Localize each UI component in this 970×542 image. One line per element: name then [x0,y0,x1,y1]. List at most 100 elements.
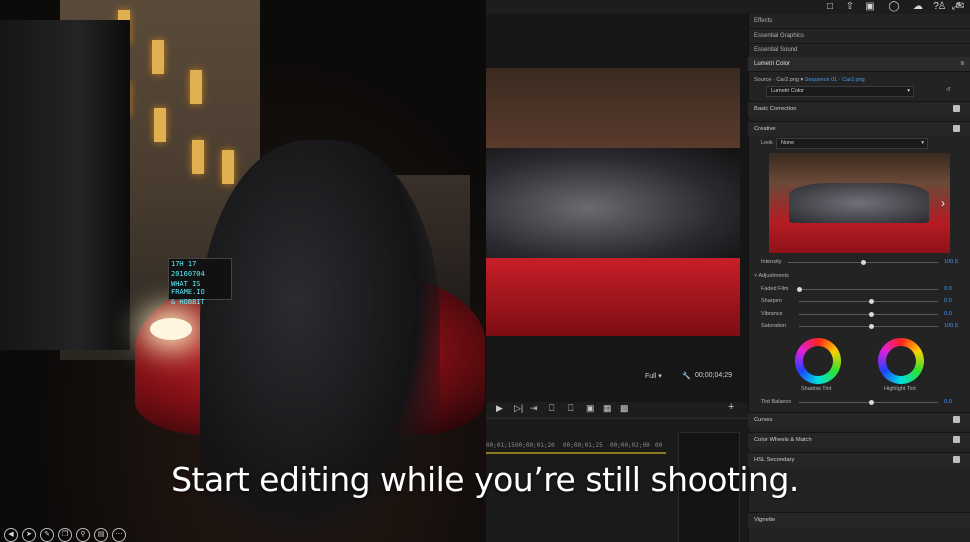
intensity-knob[interactable] [861,260,866,265]
adjustments-toggle[interactable]: ˅ Adjustments [754,273,789,279]
headlight [150,318,192,340]
tab-label: Essential Graphics [754,33,805,39]
color-wheels-section[interactable]: Color Wheels & Match [748,432,970,447]
captions-icon[interactable]: ▤ [94,528,108,542]
chevron-down-icon: ▾ [658,373,662,380]
look-select[interactable]: None ▾ [776,138,928,149]
button-editor-icon[interactable]: ▦ [603,403,612,414]
help-icon[interactable]: ? [930,1,942,13]
video-frame: 17H 17 20160704 WHAT IS FRAME.IO & HOBBI… [0,0,970,542]
vignette-section[interactable]: Vignette [748,512,970,527]
add-button[interactable]: + [728,401,734,413]
chevron-down-icon: ▾ [907,88,910,94]
timeline-tick: 00;00;01;20 [515,442,555,449]
cloud-icon[interactable]: ☁ [912,1,924,13]
window [222,150,234,184]
enable-checkbox[interactable] [953,436,960,443]
enable-checkbox[interactable] [953,105,960,112]
timeline-tick: 00;00;01;25 [563,442,603,449]
window [154,108,166,142]
tab-lumetri-color[interactable]: Lumetri Color ≡ [748,57,970,72]
enable-checkbox[interactable] [953,125,960,132]
timeline-tick: 00;01;15 [486,442,515,449]
vibrance-value[interactable]: 0.0 [944,311,952,317]
window [192,140,204,174]
sharpen-value[interactable]: 0.0 [944,298,952,304]
faded-film-label: Faded Film [761,286,789,292]
preset-value: Lumetri Color [771,88,805,94]
intensity-value[interactable]: 100.0 [944,259,958,265]
more-icon[interactable]: ⋯ [112,528,126,542]
tab-label: Essential Sound [754,47,798,53]
tint-balance-value[interactable]: 0.0 [944,399,952,405]
section-title: Vignette [754,517,776,523]
source-row: Source · Car2.png ▾ Sequence 01 · Car2.p… [748,77,970,83]
basic-correction-section[interactable]: Basic Correction [748,101,970,116]
faded-film-slider[interactable] [799,289,938,290]
step-forward-icon[interactable]: ▷| [514,403,523,414]
chevron-right-icon[interactable]: › [941,196,945,210]
saturation-label: Saturation [761,323,787,329]
source-label: Source · Car2.png [754,77,799,83]
camera-icon[interactable]: ▣ [586,403,595,414]
tint-balance-knob[interactable] [869,400,874,405]
window [152,40,164,74]
look-preview [769,153,950,253]
car-window [789,183,929,223]
highlight-tint-wheel[interactable] [878,338,924,384]
faded-film-knob[interactable] [797,287,802,292]
shadow-tint-label: Shadow Tint [801,386,832,392]
saturation-value[interactable]: 100.0 [944,323,958,329]
caption: Start editing while you’re still shootin… [171,460,799,499]
section-title: Color Wheels & Match [754,437,812,443]
sharpen-knob[interactable] [869,299,874,304]
sequence-label[interactable]: Sequence 01 · Car2.png [805,77,865,83]
saturation-knob[interactable] [869,324,874,329]
timeline-tick: 00 [655,442,663,449]
zoom-value: Full [645,373,657,380]
wrench-icon[interactable]: 🔧 [682,372,691,380]
export-icon[interactable]: ▣ [864,1,876,13]
pencil-icon[interactable]: ✎ [40,528,54,542]
faded-film-value[interactable]: 0.0 [944,286,952,292]
slate-line: & HOBBIT [171,298,205,306]
copy-icon[interactable]: ❐ [58,528,72,542]
camera-rig [0,20,130,350]
enable-checkbox[interactable] [953,416,960,423]
share-icon[interactable]: ⇧ [844,1,856,13]
vibrance-knob[interactable] [869,312,874,317]
tab-label: Effects [754,18,773,24]
chevron-down-icon[interactable]: ▾ [800,77,803,83]
tab-label: Lumetri Color [754,61,791,67]
play-icon[interactable]: ▶ [496,403,503,414]
window [190,70,202,104]
vr-icon[interactable]: ▩ [620,403,629,414]
extract-icon[interactable]: ⎕ [568,403,573,414]
back-icon[interactable]: ◀ [4,528,18,542]
shadow-tint-wheel[interactable] [795,338,841,384]
creative-section[interactable]: Creative [748,121,970,136]
section-title: Creative [754,126,776,132]
panel-icon[interactable]: □ [824,1,836,13]
slate-line: WHAT IS FRAME.IO [171,280,205,296]
tab-essential-sound[interactable]: Essential Sound [748,43,970,58]
menu-icon[interactable]: ≡ [954,57,964,71]
timeline-tick: 00;00;02;00 [610,442,650,449]
expand-icon[interactable]: ⤢ [950,1,962,13]
curves-section[interactable]: Curves [748,412,970,427]
go-to-out-icon[interactable]: ⇥ [530,403,538,414]
preset-select[interactable]: Lumetri Color ▾ [766,86,914,97]
program-preview [486,68,740,336]
reset-icon[interactable]: ↺ [946,87,951,93]
zoom-icon[interactable]: ⚲ [76,528,90,542]
zoom-select[interactable]: Full ▾ [645,372,662,380]
vibrance-label: Vibrance [761,311,783,317]
lift-icon[interactable]: ⎕ [549,403,554,414]
circle-icon[interactable]: ◯ [888,1,900,13]
tab-essential-graphics[interactable]: Essential Graphics [748,29,970,44]
cursor-icon[interactable]: ➤ [22,528,36,542]
tab-effects[interactable]: Effects [748,14,970,29]
timeline-track[interactable] [486,452,666,454]
player-controls: ◀ ➤ ✎ ❐ ⚲ ▤ ⋯ [0,528,126,542]
chevron-down-icon: ˅ [754,273,758,279]
